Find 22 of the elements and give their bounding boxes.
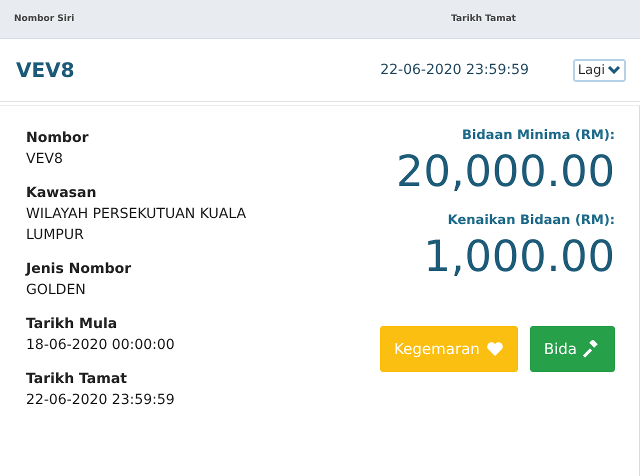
plate-number: VEV8 <box>16 58 75 82</box>
detail-label: Tarikh Tamat <box>26 370 128 389</box>
column-header: Tarikh Tamat <box>451 14 516 24</box>
detail-value: GOLDEN <box>26 281 87 300</box>
price-amount: 20,000.00 <box>396 146 615 199</box>
chevron-down-icon <box>607 65 621 75</box>
detail-value: 18-06-2020 00:00:00 <box>26 336 176 355</box>
detail-label: Kawasan <box>26 184 98 203</box>
detail-label: Jenis Nombor <box>26 260 132 279</box>
detail-value: 22-06-2020 23:59:59 <box>26 391 176 410</box>
price-amount: 1,000.00 <box>424 231 615 284</box>
detail-label: Nombor <box>26 129 90 148</box>
heart-icon <box>486 341 504 357</box>
price-label: Kenaikan Bidaan (RM): <box>446 213 615 228</box>
detail-label: Tarikh Mula <box>26 315 118 334</box>
column-header: Nombor Siri <box>14 14 74 24</box>
end-date: 22-06-2020 23:59:59 <box>380 62 529 78</box>
more-dropdown[interactable]: Lagi <box>572 58 626 82</box>
bid-button[interactable]: Bida <box>530 326 615 372</box>
price-label: Bidaan Minima (RM): <box>461 128 615 143</box>
detail-value: VEV8 <box>26 150 64 169</box>
detail-value: WILAYAH PERSEKUTUAN KUALA LUMPUR <box>26 205 248 245</box>
